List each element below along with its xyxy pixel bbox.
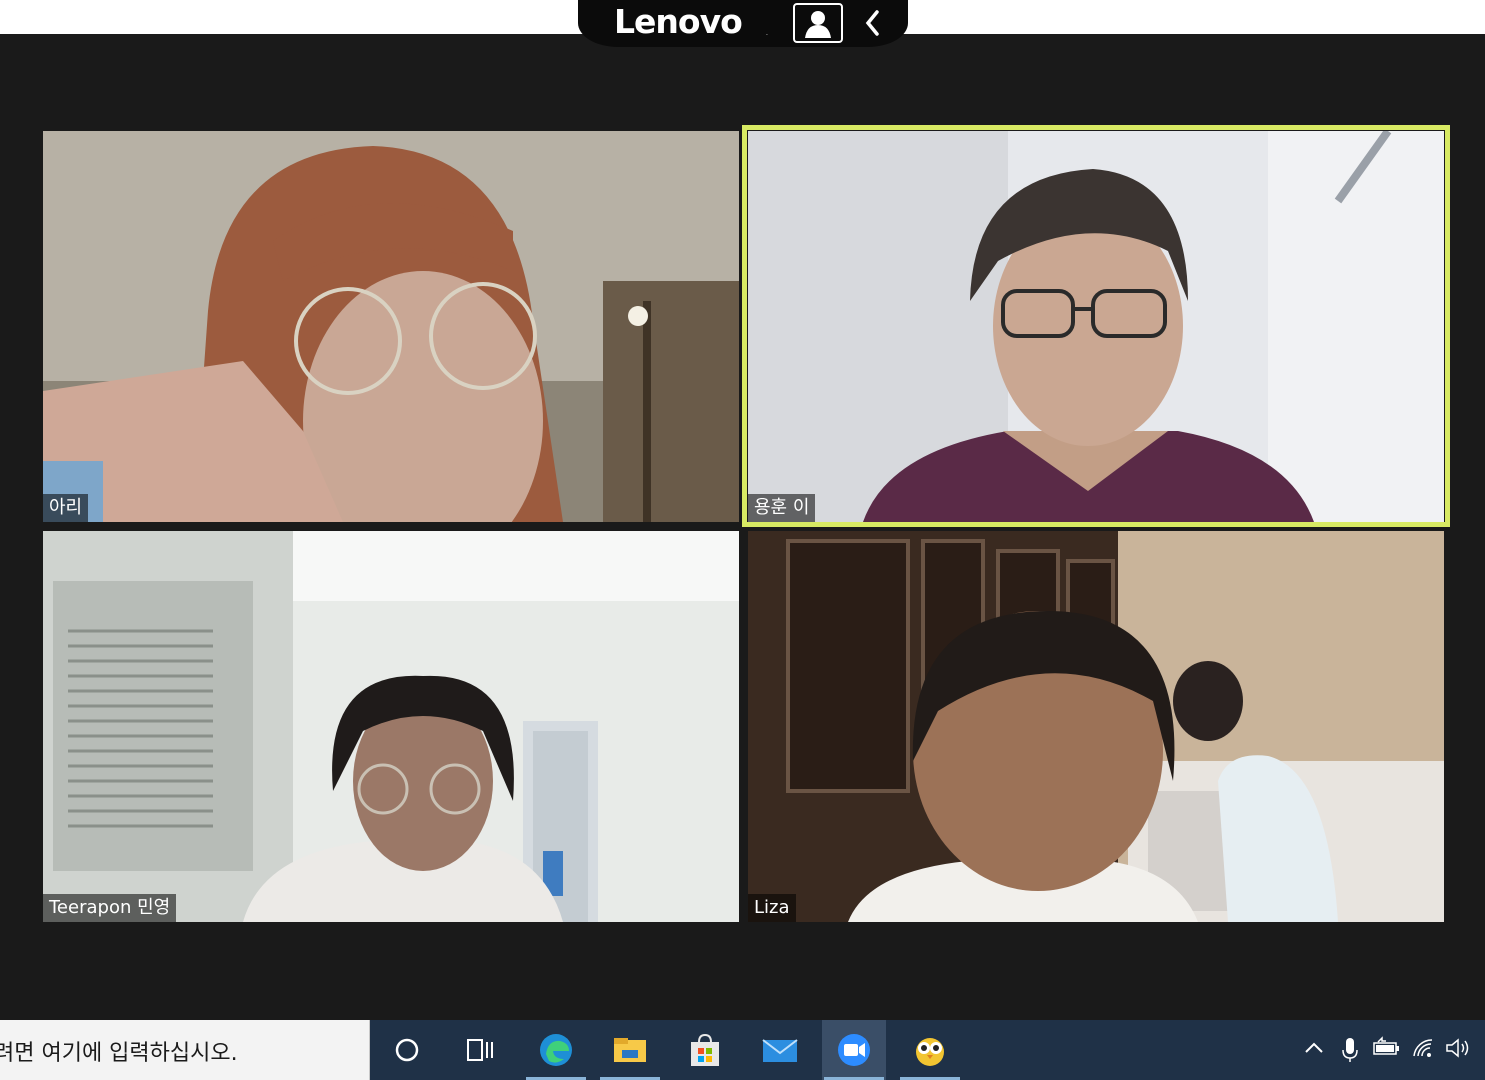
participant-video [43, 531, 739, 922]
camera-privacy-button[interactable] [793, 3, 843, 43]
file-explorer-icon [614, 1038, 646, 1062]
video-tile-participant-4[interactable]: Liza [748, 531, 1444, 922]
edge-button[interactable] [524, 1020, 588, 1080]
task-view-icon [467, 1039, 493, 1061]
search-placeholder: 려면 여기에 입력하십시오. [0, 1041, 238, 1066]
chevron-up-icon[interactable] [1302, 1036, 1326, 1060]
battery-icon[interactable] [1372, 1036, 1400, 1060]
video-tile-participant-1[interactable]: 아리 [43, 131, 739, 522]
taskbar-search-box[interactable]: 려면 여기에 입력하십시오. [0, 1020, 370, 1080]
active-speaker-highlight [742, 125, 1450, 527]
volume-icon[interactable] [1444, 1036, 1472, 1060]
participant-name-label: 아리 [43, 494, 89, 522]
chevron-left-icon[interactable] [863, 8, 883, 38]
video-tile-participant-3[interactable]: Teerapon 민영 [43, 531, 739, 922]
mail-button[interactable] [748, 1020, 812, 1080]
cortana-button[interactable] [375, 1020, 439, 1080]
cortana-icon [395, 1038, 419, 1062]
mail-icon [762, 1039, 798, 1062]
file-explorer-button[interactable] [598, 1020, 662, 1080]
wifi-icon[interactable] [1410, 1036, 1438, 1060]
store-button[interactable] [673, 1020, 737, 1080]
participant-video [748, 531, 1444, 922]
zoom-icon [838, 1034, 870, 1066]
participant-video [43, 131, 739, 522]
participant-name-label: Teerapon 민영 [43, 894, 177, 922]
microphone-icon[interactable] [1338, 1036, 1362, 1064]
owl-app-button[interactable] [898, 1020, 962, 1080]
owl-app-icon [916, 1038, 944, 1066]
edge-icon [540, 1034, 572, 1066]
participant-name-label: Liza [748, 894, 796, 922]
windows-taskbar: 려면 여기에 입력하십시오. [0, 1020, 1485, 1080]
task-view-button[interactable] [448, 1020, 512, 1080]
person-icon [805, 11, 831, 38]
oem-toolbar: Lenovo . [578, 0, 908, 47]
lenovo-logo: Lenovo [614, 2, 743, 41]
zoom-button[interactable] [822, 1020, 886, 1080]
store-icon [691, 1033, 719, 1066]
trademark-mark: . [766, 30, 768, 37]
